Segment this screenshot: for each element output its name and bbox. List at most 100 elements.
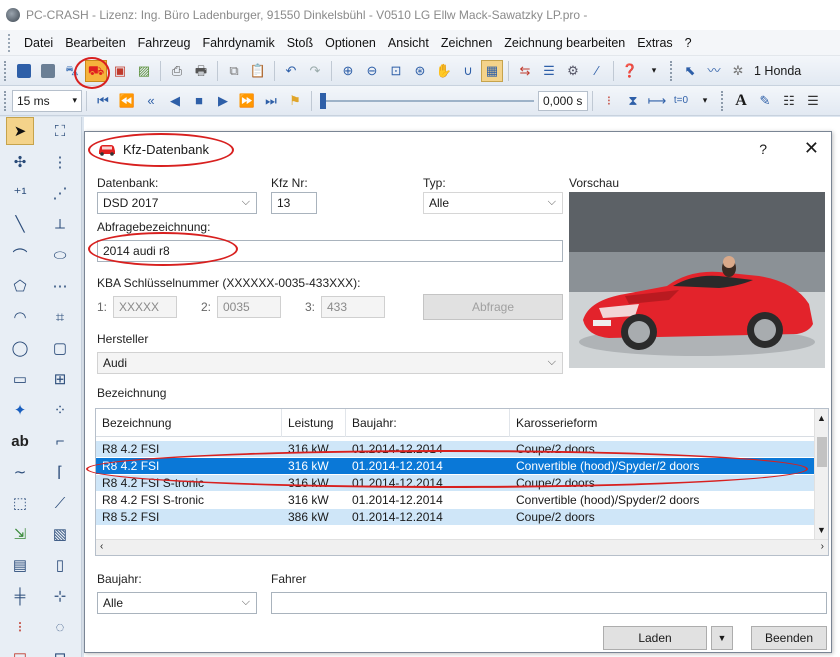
ruler-icon[interactable]: ⊟ — [46, 644, 74, 657]
scroll-down-icon[interactable]: ▼ — [817, 525, 826, 535]
crossing-tool-icon[interactable]: ╪ — [6, 582, 34, 610]
table-row[interactable]: R8 4.2 FSI S-tronic 316 kW 01.2014-12.20… — [96, 475, 816, 491]
menu-optionen[interactable]: Optionen — [319, 36, 382, 50]
time-step-select[interactable]: 15 ms ▾ — [12, 89, 82, 112]
select-arrow-icon[interactable]: ➤ — [6, 117, 34, 145]
menu-extras[interactable]: Extras — [631, 36, 678, 50]
print-preview-icon[interactable]: ⎙ — [166, 60, 188, 82]
layers-icon[interactable]: ☷ — [778, 90, 800, 112]
table-row[interactable]: R8 4.2 FSI 316 kW 01.2014-12.2014 Coupe/… — [96, 441, 816, 457]
close-button[interactable]: ✕ — [804, 138, 819, 159]
toolbar-grip-icon[interactable] — [4, 60, 8, 81]
save-icon[interactable] — [13, 60, 35, 82]
spline-icon[interactable]: ⌈ — [46, 458, 74, 486]
help-button[interactable]: ? — [759, 141, 767, 157]
curve-icon[interactable]: ⌐ — [46, 427, 74, 455]
sequence-icon[interactable]: ☰ — [538, 60, 560, 82]
menu-zeichnung-bearbeiten[interactable]: Zeichnung bearbeiten — [498, 36, 631, 50]
time-slider-thumb[interactable] — [320, 92, 326, 109]
traffic-light-icon[interactable]: ⁝ — [598, 90, 620, 112]
driver-input[interactable] — [271, 592, 827, 614]
vehicle-parameters-icon[interactable]: ⚙ — [562, 60, 584, 82]
database-select[interactable]: DSD 2017 ⌵ — [97, 192, 257, 214]
rewind-icon[interactable]: « — [140, 90, 162, 112]
menu-ansicht[interactable]: Ansicht — [382, 36, 435, 50]
page-icon[interactable]: ▯ — [46, 551, 74, 579]
node-edit-icon[interactable]: ⋰ — [46, 179, 74, 207]
close-dialog-button[interactable]: Beenden — [751, 626, 827, 650]
paste-icon[interactable]: 📋 — [247, 60, 269, 82]
calculate-icon[interactable]: ⚑ — [284, 90, 306, 112]
diagonal-line-icon[interactable]: ⟋ — [46, 489, 74, 517]
scroll-thumb[interactable] — [817, 437, 827, 467]
table-row[interactable]: R8 4.2 FSI S-tronic 316 kW 01.2014-12.20… — [96, 492, 816, 508]
undo-icon[interactable]: ↶ — [280, 60, 302, 82]
hatch-icon[interactable]: ▧ — [46, 520, 74, 548]
import-icon[interactable]: ⇲ — [6, 520, 34, 548]
step-back-icon[interactable]: ◀ — [164, 90, 186, 112]
play-icon[interactable]: ▶ — [212, 90, 234, 112]
crash-icon[interactable]: ⇆ — [514, 60, 536, 82]
menu-stoss[interactable]: Stoß — [281, 36, 319, 50]
traffic-signal-icon[interactable]: ⁝ — [6, 613, 34, 641]
point-tool-icon[interactable]: ✦ — [6, 396, 34, 424]
toolbar-grip-icon[interactable] — [721, 90, 725, 111]
horizontal-scrollbar[interactable]: ‹ › — [96, 539, 828, 555]
toolbar-overflow-icon[interactable]: ▾ — [643, 60, 665, 82]
scroll-left-icon[interactable]: ‹ — [100, 541, 103, 552]
bitmap-tool-icon[interactable]: ⬚ — [6, 489, 34, 517]
toolbar-grip-icon[interactable] — [4, 90, 8, 111]
menu-zeichnen[interactable]: Zeichnen — [435, 36, 498, 50]
measure-tool-icon[interactable]: ✣ — [6, 148, 34, 176]
query-input[interactable]: 2014 audi r8 — [97, 240, 563, 262]
settings-icon[interactable]: ✲ — [727, 60, 749, 82]
redo-icon[interactable]: ↷ — [304, 60, 326, 82]
toolbar-grip-icon[interactable] — [670, 60, 674, 81]
year-select[interactable]: Alle ⌵ — [97, 592, 257, 614]
toolbar-overflow-icon[interactable]: ▾ — [694, 90, 716, 112]
node-icon[interactable]: ⋮ — [46, 148, 74, 176]
vertical-scrollbar[interactable]: ▲ ▼ — [814, 409, 828, 539]
active-vehicle-select[interactable]: 1 Honda — [754, 64, 801, 78]
rectangle-tool-icon[interactable]: ▭ — [6, 365, 34, 393]
sight-icon[interactable]: ◌ — [46, 613, 74, 641]
frame-icon[interactable]: ▢ — [46, 334, 74, 362]
kfz-nr-field[interactable]: 13 — [271, 192, 317, 214]
insert-position-icon[interactable]: ⟼ — [646, 90, 668, 112]
column-header[interactable]: Leistung — [282, 409, 346, 437]
fast-forward-icon[interactable]: ⏩ — [236, 90, 258, 112]
crosswalk-tool-icon[interactable]: ◱ — [6, 644, 34, 657]
scale-icon[interactable]: ⛶ — [46, 117, 74, 145]
time-value-field[interactable]: 0,000 s — [538, 90, 588, 111]
coordinate-icon[interactable]: ⁺¹ — [6, 179, 34, 207]
zoom-out-icon[interactable]: ⊖ — [361, 60, 383, 82]
dots-icon[interactable]: ⁘ — [46, 396, 74, 424]
kba3-field[interactable]: 433 — [321, 296, 385, 318]
vehicle-data-icon[interactable]: ▣ — [109, 60, 131, 82]
zoom-in-icon[interactable]: ⊕ — [337, 60, 359, 82]
freehand-tool-icon[interactable]: ∼ — [6, 458, 34, 486]
arc-tool-icon[interactable]: ◠ — [6, 303, 34, 331]
menu-help[interactable]: ? — [679, 36, 698, 50]
t0-icon[interactable]: t=0 — [670, 90, 692, 112]
query-button[interactable]: Abfrage — [423, 294, 563, 320]
kba2-field[interactable]: 0035 — [217, 296, 281, 318]
dimension-icon[interactable]: ⊹ — [46, 582, 74, 610]
dotted-line-icon[interactable]: ⋯ — [46, 272, 74, 300]
pan-hand-icon[interactable]: ✋ — [433, 60, 455, 82]
scroll-right-icon[interactable]: › — [821, 541, 824, 552]
column-header[interactable]: Baujahr: — [346, 409, 510, 437]
manufacturer-select[interactable]: Audi ⌵ — [97, 352, 563, 374]
shape-icon[interactable]: ⬭ — [46, 241, 74, 269]
table-row-selected[interactable]: R8 4.2 FSI 316 kW 01.2014-12.2014 Conver… — [96, 458, 816, 474]
circle-tool-icon[interactable]: ◯ — [6, 334, 34, 362]
trajectory-icon[interactable]: 〰 — [703, 60, 725, 82]
first-frame-icon[interactable]: ⏮ — [92, 90, 114, 112]
copy-icon[interactable]: ⧉ — [223, 60, 245, 82]
polyline-tool-icon[interactable]: ⌒ — [6, 241, 34, 269]
table-icon[interactable]: ⊞ — [46, 365, 74, 393]
to-start-icon[interactable]: ⏪ — [116, 90, 138, 112]
vehicle-database-icon[interactable]: ⛟ — [85, 59, 107, 82]
line-style-icon[interactable]: ☰ — [802, 90, 824, 112]
road-tool-icon[interactable]: ▤ — [6, 551, 34, 579]
